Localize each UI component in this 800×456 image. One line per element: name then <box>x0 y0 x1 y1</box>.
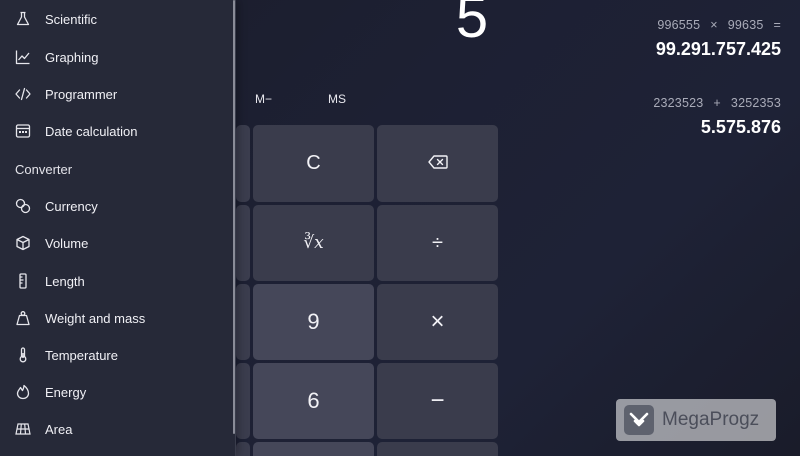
digit-6-button[interactable]: 6 <box>253 363 374 439</box>
ruler-icon <box>15 273 31 289</box>
nav-item-date-calculation[interactable]: Date calculation <box>0 114 232 148</box>
nav-item-label: Length <box>45 273 85 289</box>
memory-subtract-button[interactable]: M− <box>255 92 272 106</box>
code-icon <box>15 86 31 102</box>
nav-item-label: Area <box>45 421 73 437</box>
graph-icon <box>15 49 31 65</box>
key-partial-row4[interactable] <box>236 363 250 439</box>
history-entry[interactable]: 2323523 +3252353 5.575.876 <box>653 96 781 138</box>
nav-item-label: Date calculation <box>45 123 138 139</box>
nav-scrollbar[interactable] <box>233 0 235 434</box>
area-grid-icon <box>15 421 31 437</box>
memory-store-button[interactable]: MS <box>328 92 346 106</box>
key-partial-row5[interactable] <box>236 442 250 456</box>
divide-label: ÷ <box>432 231 443 254</box>
key-partial-row2[interactable] <box>236 205 250 281</box>
nav-item-length[interactable]: Length <box>0 264 232 298</box>
weight-icon <box>15 310 31 326</box>
history-expression: 2323523 +3252353 <box>653 96 781 110</box>
nav-item-label: Weight and mass <box>45 310 146 326</box>
nav-item-label: Currency <box>45 198 98 214</box>
cube-root-button[interactable]: ∛x <box>253 205 374 281</box>
nav-item-area[interactable]: Area <box>0 412 232 446</box>
digit-9-button[interactable]: 9 <box>253 284 374 360</box>
digit-3-button-partial[interactable] <box>253 442 374 456</box>
nav-item-label: Energy <box>45 384 87 400</box>
add-button-partial[interactable] <box>377 442 498 456</box>
digit-9-label: 9 <box>307 309 320 334</box>
nav-item-label: Scientific <box>45 11 98 27</box>
divide-button[interactable]: ÷ <box>377 205 498 281</box>
digit-6-label: 6 <box>307 388 320 413</box>
flame-icon <box>15 384 31 400</box>
multiply-button[interactable]: × <box>377 284 498 360</box>
watermark: MegaProgz <box>616 399 776 441</box>
nav-item-programmer[interactable]: Programmer <box>0 77 232 111</box>
cube-icon <box>15 235 31 251</box>
nav-item-temperature[interactable]: Temperature <box>0 338 232 372</box>
multiply-label: × <box>430 308 445 335</box>
history-expression: 996555 × 99635 = <box>656 18 781 32</box>
nav-item-label: Graphing <box>45 49 99 65</box>
clear-button[interactable]: C <box>253 125 374 202</box>
history-entry[interactable]: 996555 × 99635 = 99.291.757.425 <box>656 18 781 60</box>
history-operand-b: 3252353 <box>730 96 781 110</box>
history-operand-a: 2323523 <box>653 96 704 110</box>
nav-item-label: Programmer <box>45 86 118 102</box>
nav-item-currency[interactable]: Currency <box>0 189 232 223</box>
keypad: C ∛x ÷ 9 × 6 − <box>236 124 500 456</box>
nav-item-graphing[interactable]: Graphing <box>0 40 232 74</box>
nav-item-weight-and-mass[interactable]: Weight and mass <box>0 301 232 335</box>
cube-root-label: ∛x <box>303 233 324 253</box>
nav-item-volume[interactable]: Volume <box>0 226 232 260</box>
history-result: 99.291.757.425 <box>655 39 781 59</box>
backspace-icon <box>427 152 448 175</box>
clear-label: C <box>306 152 321 174</box>
subtract-button[interactable]: − <box>377 363 498 439</box>
thermometer-icon <box>15 347 31 363</box>
nav-item-label: Temperature <box>45 347 118 363</box>
nav-item-energy[interactable]: Energy <box>0 375 232 409</box>
nav-item-scientific[interactable]: Scientific <box>0 2 232 36</box>
navigation-pane: Scientific Graphing Programmer Date calc… <box>0 0 236 456</box>
display-value: 5 <box>455 0 489 50</box>
history-operand-a: 996555 <box>657 18 701 32</box>
history-result: 5.575.876 <box>700 117 781 137</box>
history-operator: + <box>713 96 721 110</box>
key-partial-row1[interactable] <box>236 125 250 202</box>
subtract-label: − <box>430 387 445 414</box>
nav-item-label: Volume <box>45 235 89 251</box>
converter-section-heading: Converter <box>15 162 73 177</box>
watermark-logo-icon <box>624 405 654 435</box>
history-operator: × <box>710 18 718 32</box>
backspace-button[interactable] <box>377 125 498 202</box>
currency-icon <box>15 198 31 214</box>
flask-icon <box>15 11 31 27</box>
history-equals: = <box>773 18 781 32</box>
watermark-text: MegaProgz <box>662 409 760 430</box>
calendar-icon <box>15 123 31 139</box>
history-operand-b: 99635 <box>727 18 764 32</box>
key-partial-row3[interactable] <box>236 284 250 360</box>
